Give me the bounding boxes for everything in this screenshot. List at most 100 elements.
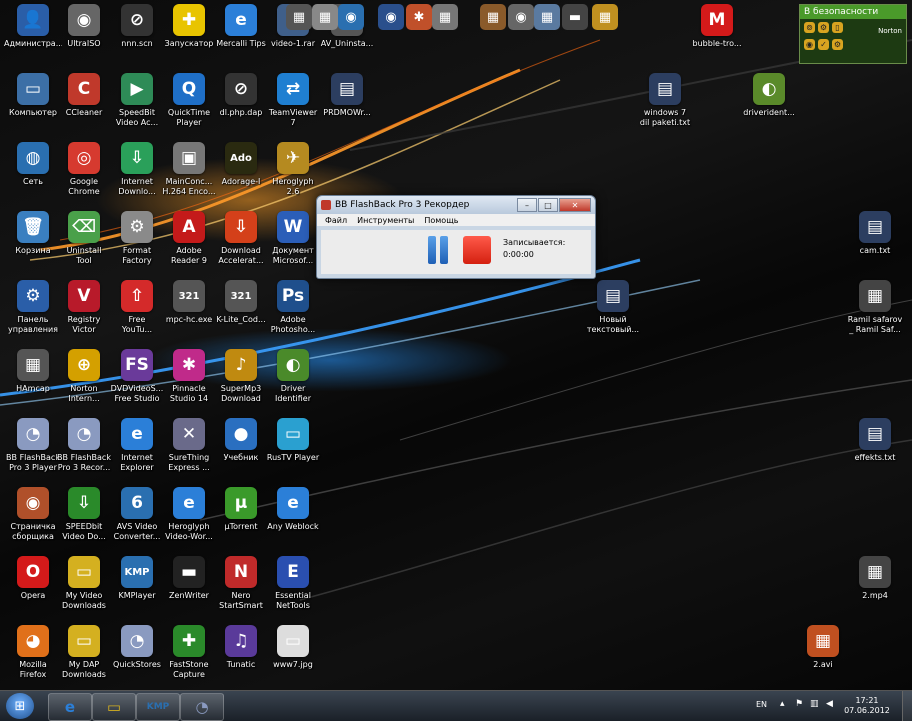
desktop-icon[interactable]: ▦ Ramil safarov _ Ramil Saf... bbox=[846, 280, 904, 335]
desktop-icon[interactable]: ▭ Компьютер bbox=[4, 73, 62, 118]
desktop-icon[interactable]: ▬ ZenWriter bbox=[160, 556, 218, 601]
taskbar-app-button[interactable]: ▭ bbox=[92, 693, 136, 721]
taskbar-clock[interactable]: 17:21 07.06.2012 bbox=[842, 696, 892, 716]
desktop-icon[interactable]: 321 mpc-hc.exe bbox=[160, 280, 218, 325]
tray-flag-icon[interactable]: ⚑ bbox=[795, 699, 805, 709]
desktop-icon[interactable]: ▣ MainConc... H.264 Enco... bbox=[160, 142, 218, 197]
desktop-icon[interactable]: e Heroglyph Video-Wor... bbox=[160, 487, 218, 542]
desktop-icon[interactable]: ◐ Driver Identifier bbox=[264, 349, 322, 404]
desktop-icon[interactable]: e Internet Explorer bbox=[108, 418, 166, 473]
quick-launch-icon[interactable]: ▬ bbox=[562, 4, 588, 30]
desktop-icon[interactable]: KMP KMPlayer bbox=[108, 556, 166, 601]
desktop-icon[interactable]: e Any Weblock bbox=[264, 487, 322, 532]
desktop-icon[interactable]: ▦ 2.avi bbox=[794, 625, 852, 670]
desktop-icon[interactable]: ◐ driverident... bbox=[740, 73, 798, 118]
desktop-icon[interactable]: E Essential NetTools bbox=[264, 556, 322, 611]
desktop-icon[interactable]: ◎ Google Chrome bbox=[55, 142, 113, 197]
desktop-icon[interactable]: ✕ SureThing Express ... bbox=[160, 418, 218, 473]
menu-tools[interactable]: Инструменты bbox=[357, 216, 414, 225]
desktop-icon[interactable]: ✚ FastStone Capture bbox=[160, 625, 218, 680]
taskbar-app-button[interactable]: KMP bbox=[136, 693, 180, 721]
desktop-icon[interactable]: Ps Adobe Photosho... bbox=[264, 280, 322, 335]
desktop-icon[interactable]: ⌫ Uninstall Tool bbox=[55, 211, 113, 266]
desktop-icon[interactable]: ▤ effekts.txt bbox=[846, 418, 904, 463]
taskbar-app-button[interactable]: e bbox=[48, 693, 92, 721]
desktop-icon[interactable]: ⊘ dl.php.dap bbox=[212, 73, 270, 118]
desktop-icon[interactable]: ⇧ Free YouTu... bbox=[108, 280, 166, 335]
desktop-icon[interactable]: ✈ Heroglyph 2.6 bbox=[264, 142, 322, 197]
menu-help[interactable]: Помощь bbox=[424, 216, 458, 225]
norton-tools-icon[interactable]: ⚙ bbox=[818, 22, 829, 33]
show-desktop-button[interactable] bbox=[902, 691, 912, 721]
desktop-icon[interactable]: 6 AVS Video Converter... bbox=[108, 487, 166, 542]
desktop-icon[interactable]: Ado Adorage-I bbox=[212, 142, 270, 187]
desktop-icon[interactable]: e Mercalli Tips bbox=[212, 4, 270, 49]
desktop-icon[interactable]: ▦ 2.mp4 bbox=[846, 556, 904, 601]
desktop-icon[interactable]: ◕ Mozilla Firefox bbox=[4, 625, 62, 680]
desktop-icon[interactable]: Mbubble-tro... bbox=[688, 4, 746, 49]
desktop-icon[interactable]: ⇩ SPEEDbit Video Do... bbox=[55, 487, 113, 542]
desktop-icon[interactable]: ▭ My DAP Downloads bbox=[55, 625, 113, 680]
minimize-button[interactable]: – bbox=[517, 198, 537, 212]
maximize-button[interactable]: □ bbox=[538, 198, 558, 212]
desktop-icon[interactable]: ▤ cam.txt bbox=[846, 211, 904, 256]
desktop-icon[interactable]: ◍ Сеть bbox=[4, 142, 62, 187]
norton-widget[interactable]: В безопасности ⊚ ⚙ ▯ ◉ ✓ ⚙ Norton bbox=[799, 4, 907, 64]
desktop-icon[interactable]: N Nero StartSmart bbox=[212, 556, 270, 611]
desktop-icon[interactable]: 👤 Администра... bbox=[4, 4, 62, 49]
desktop-icon[interactable]: ▭ My Video Downloads bbox=[55, 556, 113, 611]
norton-settings-icon[interactable]: ⚙ bbox=[832, 39, 843, 50]
stop-button[interactable] bbox=[463, 236, 491, 264]
language-indicator[interactable]: EN bbox=[756, 700, 767, 709]
desktop-icon[interactable]: ▭ RusTV Player bbox=[264, 418, 322, 463]
recorder-titlebar[interactable]: BB FlashBack Pro 3 Рекордер – □ ✕ bbox=[317, 196, 595, 214]
desktop-icon[interactable]: ▤ windows 7 dil paketi.txt bbox=[636, 73, 694, 128]
desktop-icon[interactable]: Q QuickTime Player bbox=[160, 73, 218, 128]
desktop-icon[interactable]: ⚙ Панель управления bbox=[4, 280, 62, 335]
desktop-icon[interactable]: ⇩ Download Accelerat... bbox=[212, 211, 270, 266]
quick-launch-icon[interactable]: ▦ bbox=[592, 4, 618, 30]
close-button[interactable]: ✕ bbox=[559, 198, 591, 212]
desktop-icon[interactable]: O Opera bbox=[4, 556, 62, 601]
start-button[interactable]: ⊞ bbox=[6, 693, 34, 719]
tray-expand-icon[interactable]: ▴ bbox=[780, 699, 790, 709]
pause-button[interactable] bbox=[425, 236, 451, 264]
norton-check-icon[interactable]: ✓ bbox=[818, 39, 829, 50]
desktop-icon[interactable]: ⇩ Internet Downlo... bbox=[108, 142, 166, 197]
desktop-icon[interactable]: C CCleaner bbox=[55, 73, 113, 118]
desktop-icon[interactable]: ◉ Страничка сборщика bbox=[4, 487, 62, 542]
desktop-icon[interactable]: ◔ QuickStores bbox=[108, 625, 166, 670]
recorder-window[interactable]: BB FlashBack Pro 3 Рекордер – □ ✕ Файл И… bbox=[316, 195, 596, 279]
desktop-icon[interactable]: ▦ HAmcap bbox=[4, 349, 62, 394]
desktop-icon[interactable]: ⇄ TeamViewer 7 bbox=[264, 73, 322, 128]
tray-volume-icon[interactable]: ◀ bbox=[826, 699, 836, 709]
quick-launch-icon[interactable]: ▦ bbox=[286, 4, 312, 30]
desktop-icon[interactable]: ✱ Pinnacle Studio 14 bbox=[160, 349, 218, 404]
desktop-icon[interactable]: ▭ www7.jpg bbox=[264, 625, 322, 670]
desktop-icon[interactable]: 321 K-Lite_Cod... bbox=[212, 280, 270, 325]
desktop-icon[interactable]: ⊕ Norton Intern... bbox=[55, 349, 113, 404]
desktop-icon[interactable]: ⚙ Format Factory bbox=[108, 211, 166, 266]
desktop-icon[interactable]: FS DVDVideoS... Free Studio bbox=[108, 349, 166, 404]
norton-phone-icon[interactable]: ▯ bbox=[832, 22, 843, 33]
desktop-icon[interactable]: A Adobe Reader 9 bbox=[160, 211, 218, 266]
desktop-icon[interactable]: ◔ BB FlashBack Pro 3 Recor... bbox=[55, 418, 113, 473]
norton-globe-icon[interactable]: ◉ bbox=[804, 39, 815, 50]
desktop-icon[interactable]: ♫ Tunatic bbox=[212, 625, 270, 670]
desktop-icon[interactable]: ◔ BB FlashBack Pro 3 Player bbox=[4, 418, 62, 473]
desktop-icon[interactable]: V Registry Victor bbox=[55, 280, 113, 335]
desktop-icon[interactable]: ▤ Новый текстовый... bbox=[584, 280, 642, 335]
desktop-icon[interactable]: ▶ SpeedBit Video Ac... bbox=[108, 73, 166, 128]
tray-network-icon[interactable]: ▥ bbox=[810, 699, 820, 709]
quick-launch-icon[interactable]: ✱ bbox=[406, 4, 432, 30]
desktop-icon[interactable]: W Документ Microsof... bbox=[264, 211, 322, 266]
desktop-icon[interactable]: ● Учебник bbox=[212, 418, 270, 463]
norton-scan-icon[interactable]: ⊚ bbox=[804, 22, 815, 33]
quick-launch-icon[interactable]: ▦ bbox=[534, 4, 560, 30]
desktop-icon[interactable]: ◉ UltraISO bbox=[55, 4, 113, 49]
quick-launch-icon[interactable]: ◉ bbox=[508, 4, 534, 30]
quick-launch-icon[interactable]: ◉ bbox=[378, 4, 404, 30]
menu-file[interactable]: Файл bbox=[325, 216, 347, 225]
taskbar-app-button[interactable]: ◔ bbox=[180, 693, 224, 721]
desktop-icon[interactable]: ⊘ nnn.scn bbox=[108, 4, 166, 49]
